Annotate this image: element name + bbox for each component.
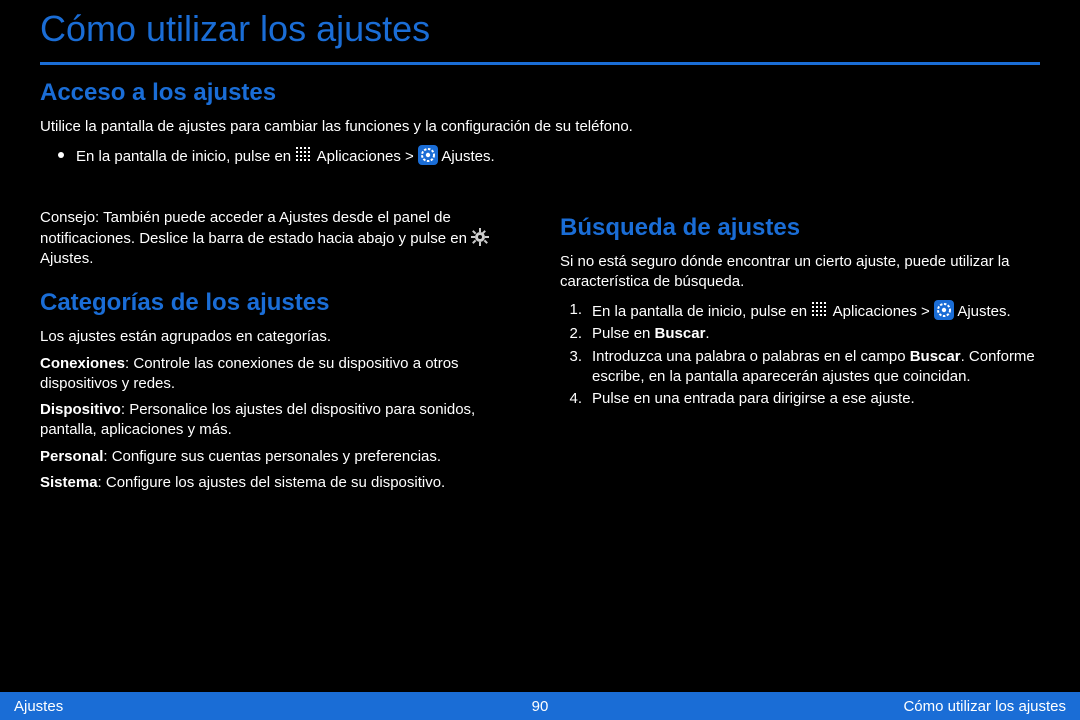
acceso-bullet-text-3: Ajustes.: [441, 148, 494, 165]
list-item: 4. Pulse en una entrada para dirigirse a…: [560, 389, 1040, 409]
footer-right: Cómo utilizar los ajustes: [903, 698, 1066, 715]
acceso-intro: Utilice la pantalla de ajustes para camb…: [40, 117, 1040, 137]
section-categorias-heading: Categorías de los ajustes: [40, 289, 520, 317]
apps-grid-icon: [811, 301, 829, 319]
acceso-bullet-text-1: En la pantalla de inicio, pulse en: [76, 148, 295, 165]
gear-icon: [471, 228, 489, 246]
acceso-tip: Consejo: También puede acceder a Ajustes…: [40, 208, 520, 270]
title-rule: [40, 62, 1040, 65]
categorias-p3: Dispositivo: Personalice los ajustes del…: [40, 400, 520, 441]
footer-left: Ajustes: [14, 698, 63, 715]
footer: Ajustes 90 Cómo utilizar los ajustes: [0, 692, 1080, 720]
list-item: 3. Introduzca una palabra o palabras en …: [560, 347, 1040, 388]
categorias-p2: Conexiones: Controle las conexiones de s…: [40, 354, 520, 395]
acceso-tip-before: Consejo: También puede acceder a Ajustes…: [40, 209, 471, 247]
list-number: 4.: [560, 389, 582, 409]
section-acceso-heading: Acceso a los ajustes: [40, 79, 1040, 107]
settings-app-icon: [934, 300, 954, 320]
busqueda-list: 1. En la pantalla de inicio, pulse en: [560, 300, 1040, 409]
list-number: 1.: [560, 300, 582, 322]
settings-app-icon: [418, 145, 438, 165]
categorias-p1: Los ajustes están agrupados en categoría…: [40, 327, 520, 347]
page-title: Cómo utilizar los ajustes: [40, 0, 1040, 58]
apps-grid-icon: [295, 146, 313, 164]
acceso-tip-after: Ajustes.: [40, 250, 93, 267]
section-busqueda-heading: Búsqueda de ajustes: [560, 214, 1040, 242]
list-item: 1. En la pantalla de inicio, pulse en: [560, 300, 1040, 322]
busqueda-intro: Si no está seguro dónde encontrar un cie…: [560, 252, 1040, 293]
list-item: 2. Pulse en Buscar.: [560, 324, 1040, 344]
footer-page-number: 90: [532, 698, 549, 715]
acceso-bullet-text-2: Aplicaciones >: [317, 148, 418, 165]
bullet-dot-icon: [58, 152, 64, 158]
acceso-bullet: En la pantalla de inicio, pulse en Aplic…: [40, 145, 1040, 167]
categorias-p5: Sistema: Configure los ajustes del siste…: [40, 473, 520, 493]
list-number: 3.: [560, 347, 582, 388]
list-number: 2.: [560, 324, 582, 344]
categorias-p4: Personal: Configure sus cuentas personal…: [40, 447, 520, 467]
